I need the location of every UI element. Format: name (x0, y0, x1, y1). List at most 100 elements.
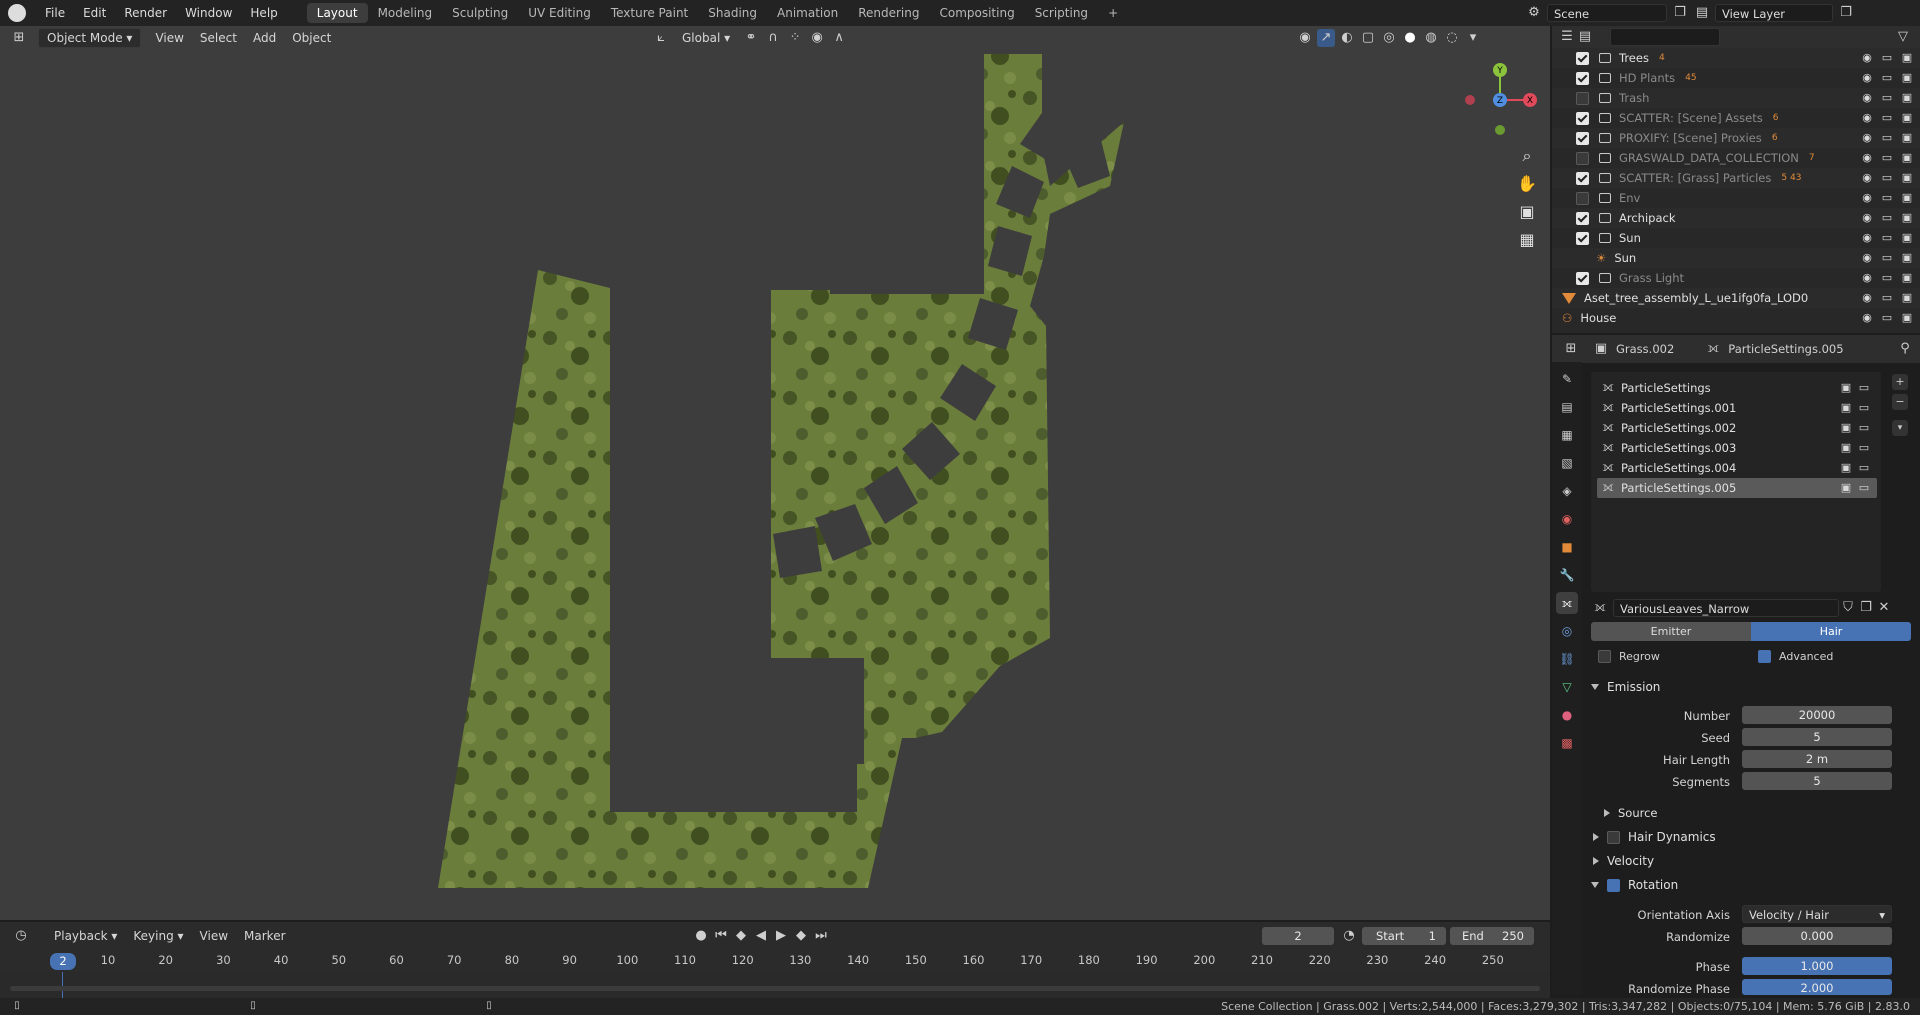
outliner-row[interactable]: Sun ◉ ▭ ▣ (1552, 228, 1920, 248)
particle-system-item[interactable]: ⟗ ParticleSettings.005 ▣ ▭ (1597, 478, 1877, 498)
outliner-row[interactable]: ⚇ House ◉ ▭ ▣ (1552, 308, 1920, 328)
advanced-option[interactable]: Advanced (1758, 650, 1833, 663)
eye-icon[interactable]: ◉ (1860, 91, 1874, 105)
camera-icon[interactable]: ▣ (1900, 151, 1914, 165)
datablock-name-field[interactable]: VariousLeaves_Narrow (1613, 599, 1839, 617)
view-layer-field[interactable]: View Layer (1715, 4, 1833, 22)
start-frame-field[interactable]: Start 1 (1362, 927, 1446, 945)
playback-menu[interactable]: Playback ▾ (46, 927, 125, 945)
menu-select[interactable]: Select (192, 29, 245, 47)
monitor-icon[interactable]: ▭ (1880, 91, 1894, 105)
particles-tab-icon[interactable]: ⟗ (1556, 592, 1578, 614)
stopwatch-icon[interactable]: ◔ (1340, 927, 1358, 945)
regrow-checkbox[interactable] (1598, 650, 1611, 663)
outliner-search-input[interactable] (1610, 28, 1720, 46)
editor-type-icon[interactable]: ⊞ (10, 29, 28, 47)
orientation-dropdown[interactable]: Global ▾ (674, 29, 738, 47)
particle-system-item[interactable]: ⟗ ParticleSettings.002 ▣ ▭ (1597, 418, 1877, 438)
particle-system-item[interactable]: ⟗ ParticleSettings.003 ▣ ▭ (1597, 438, 1877, 458)
properties-editor-icon[interactable]: ⊞ (1562, 340, 1580, 358)
camera-icon[interactable]: ▣ (1900, 91, 1914, 105)
velocity-header[interactable]: Velocity (1585, 850, 1915, 872)
falloff-icon[interactable]: ∧ (830, 29, 848, 47)
rotation-header[interactable]: Rotation (1585, 874, 1915, 896)
rendered-shading-icon[interactable]: ◌ (1443, 29, 1461, 47)
emission-field-value[interactable]: 20000 (1742, 706, 1892, 724)
monitor-icon[interactable]: ▭ (1880, 111, 1894, 125)
orientation-axis-dropdown[interactable]: Velocity / Hair ▾ (1742, 905, 1892, 923)
exclude-checkbox[interactable] (1576, 51, 1589, 65)
list-menu-button[interactable]: ▾ (1892, 420, 1908, 436)
tab-modeling[interactable]: Modeling (368, 3, 443, 23)
unlink-icon[interactable]: ✕ (1875, 599, 1893, 617)
render-camera-icon[interactable]: ▣ (1839, 421, 1853, 435)
camera-icon[interactable]: ▣ (1900, 71, 1914, 85)
timeline-scrollbar[interactable] (10, 986, 1540, 991)
texture-tab-icon[interactable]: ▩ (1556, 732, 1578, 754)
particle-system-item[interactable]: ⟗ ParticleSettings ▣ ▭ (1597, 378, 1877, 398)
jump-start-icon[interactable]: ⏮ (712, 927, 730, 945)
advanced-checkbox[interactable] (1758, 650, 1771, 663)
record-icon[interactable]: ● (692, 927, 710, 945)
camera-icon[interactable]: ▣ (1900, 291, 1914, 305)
camera-icon[interactable]: ▣ (1900, 171, 1914, 185)
phase-field[interactable]: 1.000 (1742, 957, 1892, 975)
snap-target-icon[interactable]: ⁘ (786, 29, 804, 47)
viewport-display-icon[interactable]: ▭ (1857, 441, 1871, 455)
camera-icon[interactable]: ▣ (1900, 51, 1914, 65)
zoom-icon[interactable]: ⌕ (1515, 144, 1539, 168)
render-camera-icon[interactable]: ▣ (1839, 481, 1853, 495)
3d-viewport[interactable]: Y X Z ⌕ ✋ ▣ ▦ (0, 26, 1550, 920)
end-frame-field[interactable]: End 250 (1450, 927, 1534, 945)
menu-view[interactable]: View (147, 29, 191, 47)
output-tab-icon[interactable]: ▦ (1556, 424, 1578, 446)
particle-settings-icon[interactable]: ⟗ (1591, 599, 1609, 617)
tab-compositing[interactable]: Compositing (929, 3, 1024, 23)
render-tab-icon[interactable]: ▤ (1556, 396, 1578, 418)
prev-keyframe-icon[interactable]: ◆ (732, 927, 750, 945)
camera-icon[interactable]: ▣ (1900, 231, 1914, 245)
exclude-checkbox[interactable] (1576, 71, 1589, 85)
mode-dropdown[interactable]: Object Mode ▾ (38, 28, 142, 48)
camera-icon[interactable]: ▣ (1900, 111, 1914, 125)
outliner-row[interactable]: Archipack ◉ ▭ ▣ (1552, 208, 1920, 228)
randomize-phase-field[interactable]: 2.000 (1742, 979, 1892, 995)
marker-menu[interactable]: Marker (236, 927, 293, 945)
hair-dynamics-header[interactable]: Hair Dynamics (1585, 826, 1915, 848)
timeline-track[interactable] (0, 972, 1550, 1000)
monitor-icon[interactable]: ▭ (1880, 311, 1894, 325)
outliner-row[interactable]: ☀ Sun ◉ ▭ ▣ (1552, 248, 1920, 268)
exclude-checkbox[interactable] (1576, 171, 1589, 185)
xray-icon[interactable]: ▢ (1359, 29, 1377, 47)
render-camera-icon[interactable]: ▣ (1839, 461, 1853, 475)
modifier-tab-icon[interactable]: 🔧 (1556, 564, 1578, 586)
viewport-display-icon[interactable]: ▭ (1857, 381, 1871, 395)
filter-icon[interactable]: ▽ (1894, 28, 1912, 46)
camera-icon[interactable]: ▣ (1900, 191, 1914, 205)
overlay-icon[interactable]: ◐ (1338, 29, 1356, 47)
eye-icon[interactable]: ◉ (1860, 211, 1874, 225)
snap-icon[interactable]: ∩ (764, 29, 782, 47)
eye-icon[interactable]: ◉ (1860, 231, 1874, 245)
emitter-tab[interactable]: Emitter (1591, 622, 1751, 641)
proportional-edit-icon[interactable]: ◉ (808, 29, 826, 47)
play-icon[interactable]: ▶ (772, 927, 790, 945)
source-subpanel[interactable]: Source (1596, 802, 1920, 824)
tab-animation[interactable]: Animation (767, 3, 848, 23)
material-shading-icon[interactable]: ◍ (1422, 29, 1440, 47)
scene-field[interactable]: Scene (1547, 4, 1667, 22)
menu-object[interactable]: Object (284, 29, 339, 47)
exclude-checkbox[interactable] (1576, 271, 1589, 285)
outliner-row[interactable]: SCATTER: [Scene] Assets 6 ◉ ▭ ▣ (1552, 108, 1920, 128)
eye-icon[interactable]: ◉ (1860, 311, 1874, 325)
eye-icon[interactable]: ◉ (1860, 291, 1874, 305)
camera-icon[interactable]: ▣ (1900, 271, 1914, 285)
monitor-icon[interactable]: ▭ (1880, 251, 1894, 265)
monitor-icon[interactable]: ▭ (1880, 171, 1894, 185)
randomize-field[interactable]: 0.000 (1742, 927, 1892, 945)
object-tab-icon[interactable]: ■ (1556, 536, 1578, 558)
navigation-gizmo[interactable]: Y X Z (1460, 60, 1540, 140)
tab-shading[interactable]: Shading (698, 3, 767, 23)
emission-field-value[interactable]: 2 m (1742, 750, 1892, 768)
menu-window[interactable]: Window (176, 6, 241, 20)
